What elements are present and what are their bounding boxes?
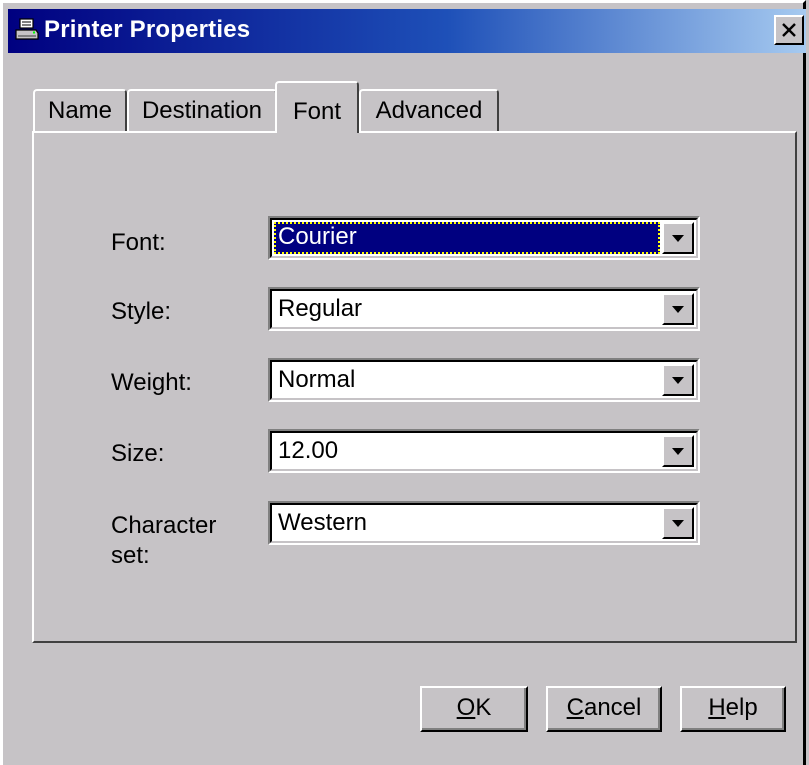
window-title: Printer Properties (44, 16, 251, 43)
dropdown-arrow-icon (672, 377, 684, 384)
ok-button-label: K (475, 694, 492, 721)
charset-combobox[interactable]: Western (268, 501, 700, 545)
charset-combobox-frame: Western (270, 503, 698, 543)
style-combobox-frame: Regular (270, 289, 698, 329)
style-combobox-value: Regular (278, 295, 363, 322)
ok-button[interactable]: OK (420, 686, 528, 732)
tab-advanced-label: Advanced (375, 97, 483, 124)
weight-dropdown-button[interactable] (662, 364, 694, 396)
close-button[interactable] (774, 15, 804, 45)
style-dropdown-button[interactable] (662, 293, 694, 325)
font-label: Font: (111, 229, 166, 256)
tab-font[interactable]: Font (275, 81, 359, 133)
size-combobox-frame: 12.00 (270, 431, 698, 471)
font-combobox-value: Courier (274, 222, 660, 254)
dropdown-arrow-icon (672, 448, 684, 455)
size-dropdown-button[interactable] (662, 435, 694, 467)
size-combobox-value: 12.00 (278, 437, 339, 464)
help-button[interactable]: Help (680, 686, 786, 732)
charset-label: Character set: (111, 512, 217, 569)
style-combobox[interactable]: Regular (268, 287, 700, 331)
help-button-label: elp (725, 694, 758, 721)
tab-advanced[interactable]: Advanced (359, 89, 499, 131)
ok-button-mnemonic: O (456, 694, 476, 721)
dropdown-arrow-icon (672, 235, 684, 242)
tab-name-label: Name (47, 97, 113, 124)
tab-destination[interactable]: Destination (127, 89, 277, 131)
dropdown-arrow-icon (672, 520, 684, 527)
cancel-button[interactable]: Cancel (546, 686, 662, 732)
font-combobox-frame: Courier (270, 218, 698, 258)
tab-font-label: Font (292, 98, 342, 125)
style-label: Style: (111, 298, 172, 325)
printer-properties-dialog: Printer Properties Name Destination Font… (0, 0, 806, 765)
dropdown-arrow-icon (672, 306, 684, 313)
charset-dropdown-button[interactable] (662, 507, 694, 539)
size-combobox[interactable]: 12.00 (268, 429, 700, 473)
tab-name[interactable]: Name (33, 89, 127, 131)
active-tab-joiner (277, 130, 357, 134)
font-dropdown-button[interactable] (662, 222, 694, 254)
help-button-mnemonic: H (708, 694, 726, 721)
weight-combobox[interactable]: Normal (268, 358, 700, 402)
weight-combobox-frame: Normal (270, 360, 698, 400)
cancel-button-mnemonic: C (566, 694, 584, 721)
printer-icon (15, 18, 39, 42)
font-combobox[interactable]: Courier (268, 216, 700, 260)
close-icon (782, 23, 796, 37)
size-label: Size: (111, 440, 165, 467)
weight-combobox-value: Normal (278, 366, 356, 393)
weight-label: Weight: (111, 369, 192, 396)
tab-destination-label: Destination (141, 97, 263, 124)
charset-combobox-value: Western (278, 509, 367, 536)
title-bar[interactable]: Printer Properties (8, 9, 806, 53)
cancel-button-label: ancel (583, 694, 642, 721)
